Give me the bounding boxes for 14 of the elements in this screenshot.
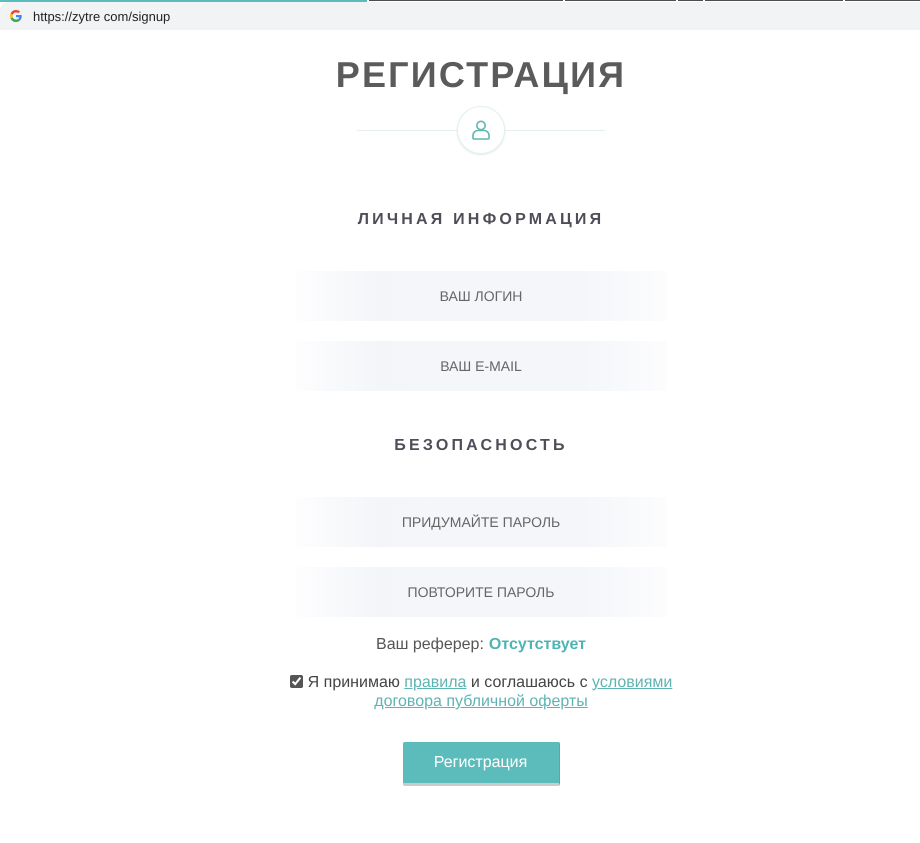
referrer-value: Отсутствует (488, 635, 586, 655)
section-heading: БЕЗОПАСНОСТЬ (394, 436, 568, 456)
agreement-link[interactable]: договора публичной оферты (374, 693, 588, 710)
agreement-text: Я принимаю правила и соглашаюсь с условиями договора публичной оферты (308, 674, 672, 710)
referrer-label: Ваш реферер: (376, 635, 484, 655)
agreement-link[interactable]: правила (404, 674, 466, 691)
address-bar[interactable]: https://zytre com/signup (0, 2, 920, 30)
agreement-link[interactable]: условиями (592, 674, 672, 691)
section-heading: ЛИЧНАЯ ИНФОРМАЦИЯ (358, 210, 604, 230)
page-title: РЕГИСТРАЦИЯ (336, 53, 626, 97)
agreement-checkbox[interactable] (290, 675, 303, 688)
register-button[interactable]: Регистрация (402, 742, 560, 786)
url-text: https://zytre com/signup (33, 8, 170, 24)
g-logo-icon (10, 10, 22, 22)
